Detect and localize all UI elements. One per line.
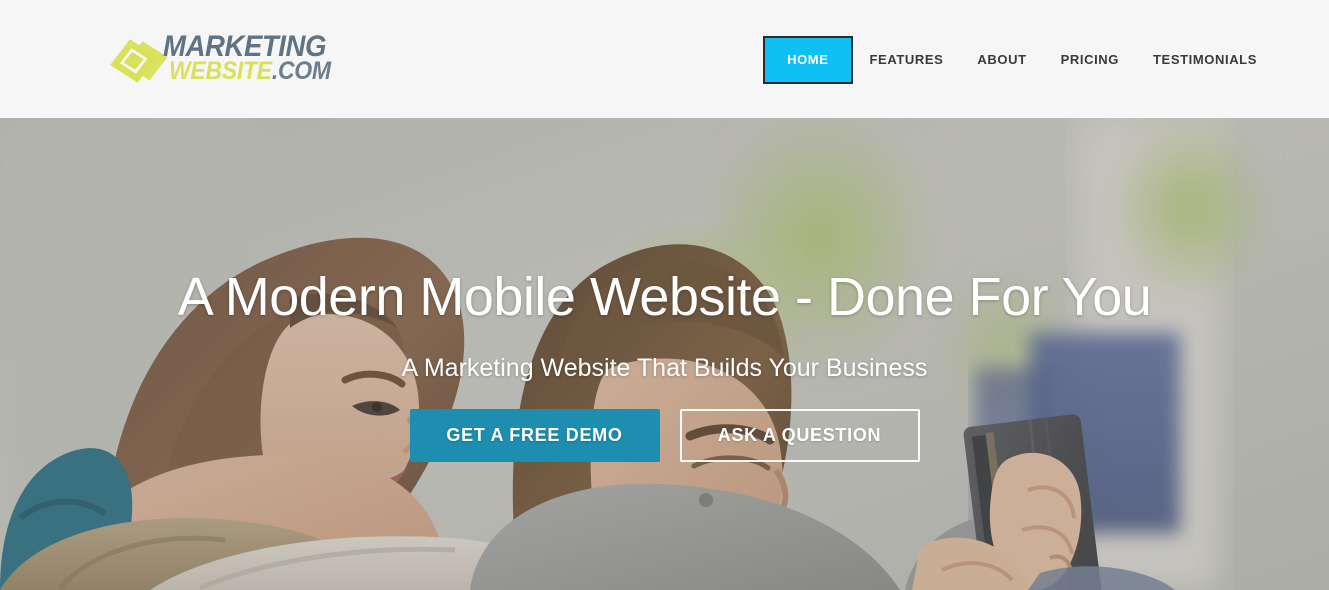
get-a-free-demo-button[interactable]: GET A FREE DEMO — [409, 409, 660, 462]
brand-wordmark: MARKETING WEBSITE.COM — [163, 30, 331, 92]
hero-content: A Modern Mobile Website - Done For You A… — [0, 118, 1329, 590]
hero-section: A Modern Mobile Website - Done For You A… — [0, 118, 1329, 590]
brand-line-website-com: WEBSITE.COM — [169, 59, 331, 84]
nested-diamond-logo-icon — [108, 36, 170, 88]
brand-logo[interactable]: MARKETING WEBSITE.COM — [108, 30, 331, 92]
nav-item-home[interactable]: HOME — [763, 36, 853, 84]
nav-item-testimonials[interactable]: TESTIMONIALS — [1136, 36, 1274, 84]
brand-word-com: .COM — [271, 57, 331, 85]
brand-word-website: WEBSITE — [169, 57, 272, 85]
hero-subtitle: A Marketing Website That Builds Your Bus… — [401, 354, 928, 382]
hero-title: A Modern Mobile Website - Done For You — [177, 267, 1152, 327]
hero-cta-group: GET A FREE DEMO ASK A QUESTION — [0, 409, 1329, 462]
nav-item-pricing[interactable]: PRICING — [1044, 36, 1136, 84]
nav-item-features[interactable]: FEATURES — [853, 36, 961, 84]
nav-item-about[interactable]: ABOUT — [960, 36, 1043, 84]
main-navigation: HOME FEATURES ABOUT PRICING TESTIMONIALS — [763, 36, 1274, 84]
ask-a-question-button[interactable]: ASK A QUESTION — [679, 409, 920, 462]
site-header: MARKETING WEBSITE.COM HOME FEATURES ABOU… — [0, 0, 1329, 118]
